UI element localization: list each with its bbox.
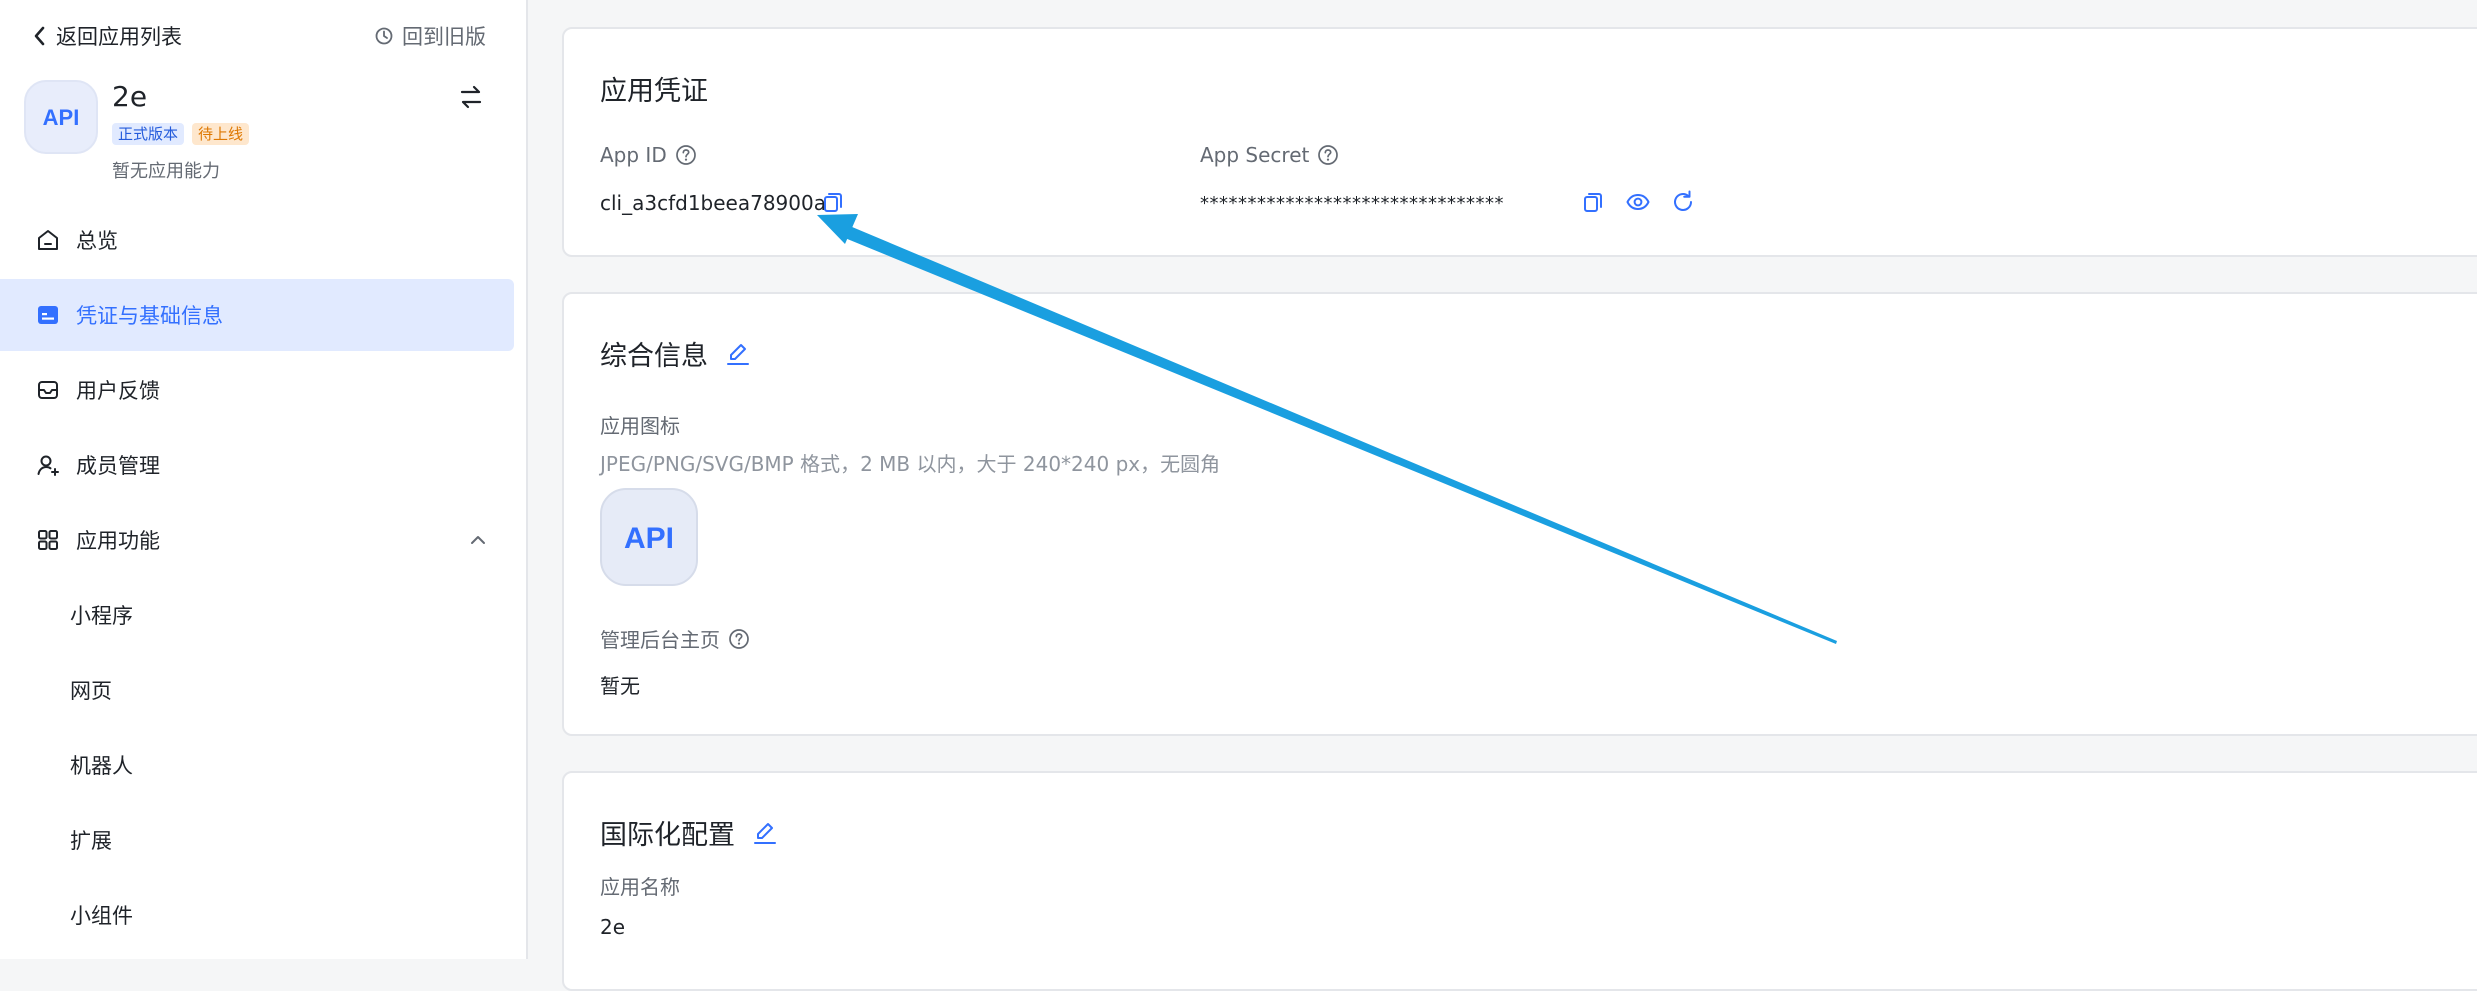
api-logo: API (43, 105, 80, 129)
back-to-app-list-link[interactable]: 返回应用列表 (32, 20, 182, 52)
app-avatar: API (24, 80, 98, 154)
help-icon[interactable] (675, 144, 697, 166)
app-secret-label: App Secret (1200, 143, 1339, 167)
admin-home-value: 暂无 (600, 674, 640, 698)
nav-label: 小程序 (70, 604, 133, 628)
i18n-card: 国际化配置 应用名称 2e (562, 771, 2477, 991)
user-add-icon (37, 455, 59, 476)
reset-secret-button[interactable] (1670, 189, 1696, 215)
switch-arrows-icon (460, 85, 482, 109)
app-status-badges: 正式版本 待上线 (112, 123, 250, 145)
general-info-title: 综合信息 (600, 341, 708, 372)
switch-app-button[interactable] (456, 82, 486, 112)
nav-item-credentials[interactable]: 凭证与基础信息 (0, 279, 514, 351)
formal-version-badge: 正式版本 (112, 123, 185, 145)
app-name: 2e (112, 80, 148, 113)
nav-label: 成员管理 (76, 454, 160, 478)
refresh-icon (1674, 190, 1692, 211)
back-to-old-version-link[interactable]: 回到旧版 (374, 20, 486, 52)
help-icon[interactable] (728, 628, 750, 650)
nav-label: 小组件 (70, 904, 133, 928)
nav-item-webpage[interactable]: 网页 (0, 654, 514, 726)
nav-item-feedback[interactable]: 用户反馈 (0, 354, 514, 426)
app-id-value: cli_a3cfd1beea78900a (600, 191, 826, 215)
back-label: 返回应用列表 (56, 25, 182, 49)
app-icon-upload[interactable]: API (600, 488, 698, 586)
admin-home-label-text: 管理后台主页 (600, 628, 720, 652)
general-info-header: 综合信息 (600, 334, 752, 373)
app-id-label: App ID (600, 143, 697, 167)
edit-icon[interactable] (751, 819, 779, 847)
eye-icon (1626, 194, 1650, 210)
nav-label: 网页 (70, 679, 112, 703)
home-icon (38, 230, 58, 250)
chevron-up-icon[interactable] (468, 530, 488, 550)
sidebar: 返回应用列表 回到旧版 API 2e 正式版本 待上线 暂无应用能力 总览 凭证… (0, 0, 528, 959)
old-version-label: 回到旧版 (402, 25, 486, 49)
svg-text:API: API (43, 105, 80, 129)
app-icon-hint: JPEG/PNG/SVG/BMP 格式，2 MB 以内，大于 240*240 p… (600, 452, 1221, 476)
i18n-title: 国际化配置 (600, 820, 735, 851)
nav-item-bot[interactable]: 机器人 (0, 729, 514, 801)
copy-icon (1584, 193, 1602, 212)
nav-item-members[interactable]: 成员管理 (0, 429, 514, 501)
nav-label: 机器人 (70, 754, 133, 778)
nav-label: 总览 (76, 229, 118, 253)
app-secret-value: ******************************** (1200, 193, 1504, 214)
nav-label: 应用功能 (76, 529, 160, 553)
app-id-label-text: App ID (600, 143, 667, 167)
edit-icon[interactable] (724, 340, 752, 368)
credentials-card: 应用凭证 App ID cli_a3cfd1beea78900a App Sec… (562, 27, 2477, 257)
nav-label: 扩展 (70, 829, 112, 853)
nav-item-miniprogram[interactable]: 小程序 (0, 579, 514, 651)
nav-item-features[interactable]: 应用功能 (0, 504, 514, 576)
i18n-header: 国际化配置 (600, 813, 779, 852)
app-capability-text: 暂无应用能力 (112, 161, 220, 182)
copy-app-secret-button[interactable] (1580, 189, 1606, 215)
nav-label: 凭证与基础信息 (76, 304, 223, 328)
app-secret-label-text: App Secret (1200, 143, 1310, 167)
nav-item-extension[interactable]: 扩展 (0, 804, 514, 876)
svg-text:API: API (624, 522, 674, 553)
pending-release-badge: 待上线 (192, 123, 250, 145)
history-icon (375, 27, 393, 45)
api-logo: API (624, 522, 674, 553)
grid-apps-icon (38, 530, 58, 550)
credential-card-icon (38, 306, 58, 324)
help-icon[interactable] (1317, 144, 1339, 166)
app-name-label: 应用名称 (600, 875, 680, 899)
show-secret-button[interactable] (1625, 189, 1651, 215)
app-name-value: 2e (600, 915, 626, 939)
copy-icon (824, 193, 842, 212)
nav-label: 用户反馈 (76, 379, 160, 403)
nav-item-widget[interactable]: 小组件 (0, 879, 514, 951)
general-info-card: 综合信息 应用图标 JPEG/PNG/SVG/BMP 格式，2 MB 以内，大于… (562, 292, 2477, 736)
credentials-title: 应用凭证 (600, 76, 708, 107)
app-icon-label: 应用图标 (600, 414, 680, 438)
nav-item-overview[interactable]: 总览 (0, 204, 514, 276)
admin-home-label: 管理后台主页 (600, 624, 750, 653)
chevron-left-icon (34, 26, 45, 46)
inbox-icon (38, 381, 58, 399)
copy-app-id-button[interactable] (820, 189, 846, 215)
